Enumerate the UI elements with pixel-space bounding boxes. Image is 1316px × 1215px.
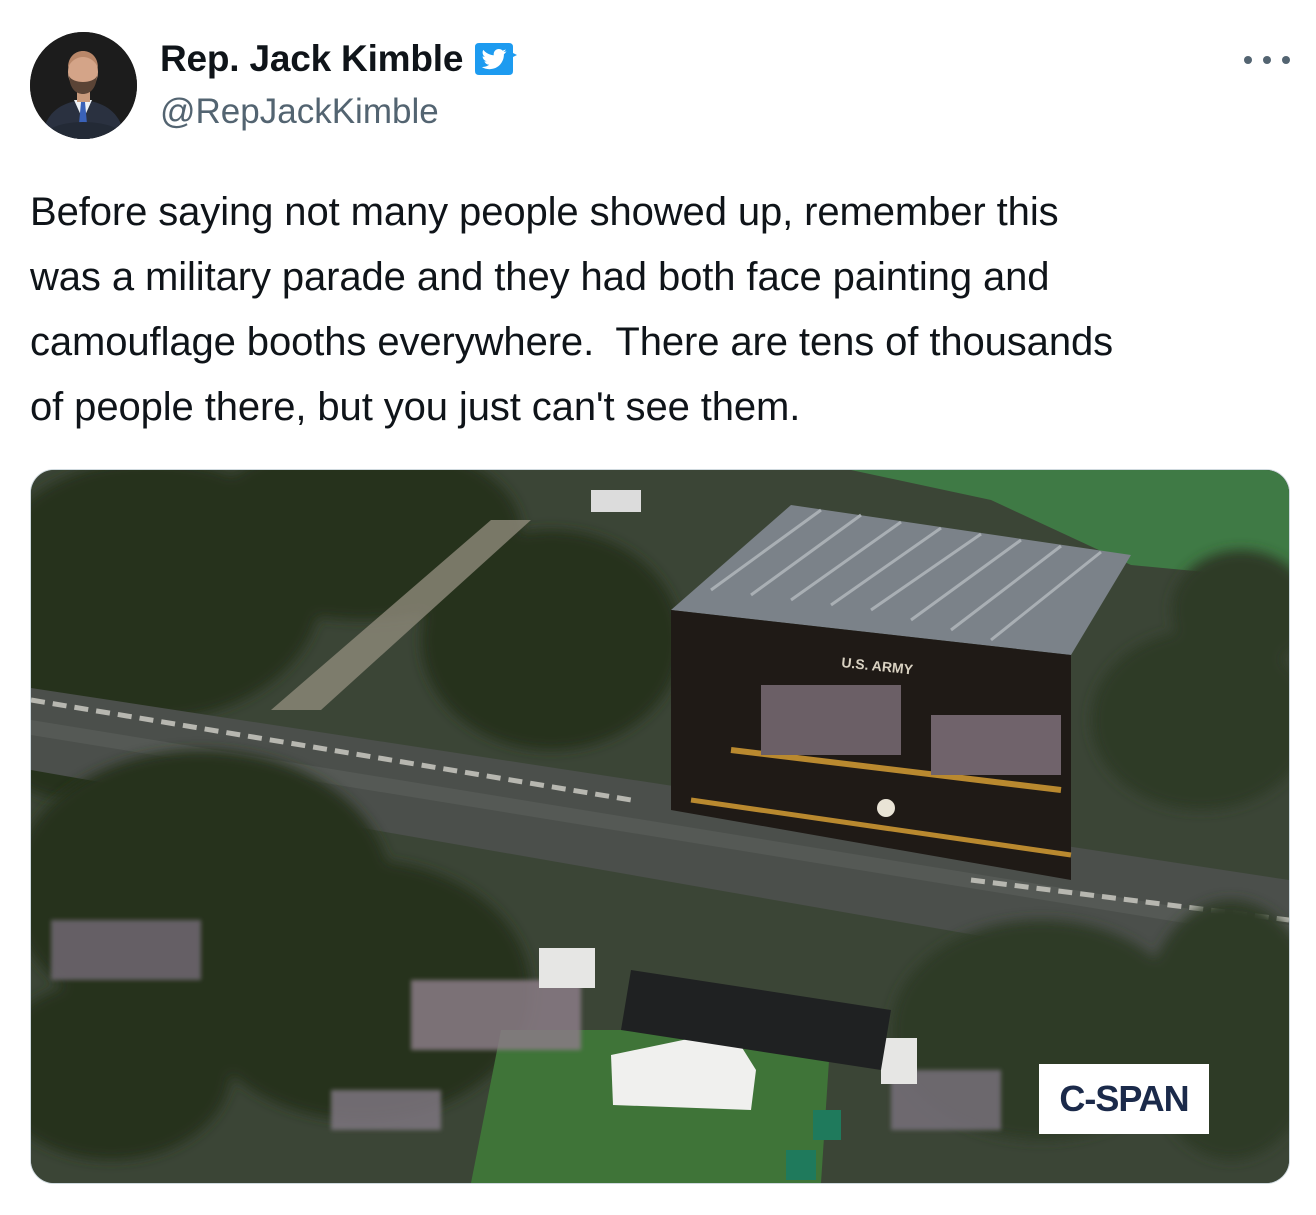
author-avatar[interactable] <box>30 32 137 139</box>
more-options-icon[interactable] <box>1244 50 1290 70</box>
tweet: Rep. Jack Kimble @RepJackKimble Before s… <box>0 0 1316 1215</box>
avatar-image <box>30 32 137 139</box>
author-name-row: Rep. Jack Kimble <box>160 36 519 82</box>
tweet-text: Before saying not many people showed up,… <box>30 190 1114 429</box>
author-display-name[interactable]: Rep. Jack Kimble <box>160 38 463 80</box>
tweet-photo[interactable]: U.S. ARMY C-SPAN <box>30 469 1290 1184</box>
author-block: Rep. Jack Kimble @RepJackKimble <box>160 36 519 132</box>
author-handle[interactable]: @RepJackKimble <box>160 92 519 132</box>
verified-badge-icon <box>471 41 519 77</box>
more-dot <box>1244 56 1252 64</box>
more-dot <box>1282 56 1290 64</box>
cspan-watermark: C-SPAN <box>1039 1064 1209 1134</box>
more-dot <box>1263 56 1271 64</box>
